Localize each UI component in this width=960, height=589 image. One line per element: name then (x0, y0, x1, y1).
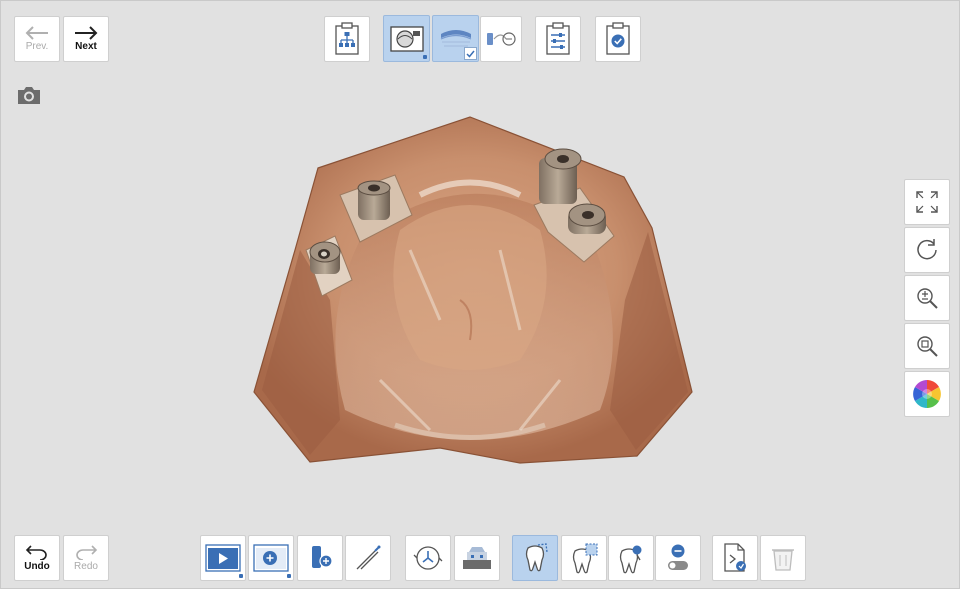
fit-to-screen-button[interactable] (904, 179, 950, 225)
add-scan-button[interactable] (248, 535, 294, 581)
scan-tray-icon (463, 547, 491, 569)
export-file-button[interactable] (712, 535, 758, 581)
play-scan-button[interactable] (200, 535, 246, 581)
trim-tool-icon (356, 545, 381, 570)
arrow-left-icon (25, 26, 48, 40)
zoom-area-icon (917, 336, 938, 357)
add-scanbody-icon (312, 546, 333, 568)
settings-sliders-icon (546, 22, 570, 55)
zoom-button[interactable] (904, 275, 950, 321)
scan-body-right[interactable] (568, 203, 606, 234)
undo-button[interactable]: Undo (14, 535, 60, 581)
redo-label: Redo (74, 561, 98, 572)
next-button[interactable]: Next (63, 16, 109, 62)
checklist-button[interactable] (595, 16, 641, 62)
redo-button[interactable]: Redo (63, 535, 109, 581)
trash-icon (772, 549, 794, 571)
scan-data-icon (389, 25, 424, 52)
scan-body-tall[interactable] (539, 148, 582, 204)
trim-tool-button[interactable] (345, 535, 391, 581)
toggle-off-button[interactable] (655, 535, 701, 581)
scan-body-left[interactable] (357, 180, 391, 220)
export-file-icon (724, 543, 746, 572)
play-scan-icon (205, 544, 241, 572)
undo-arrow-icon (25, 545, 47, 560)
arrow-right-icon (75, 26, 98, 40)
toggle-off-icon (668, 544, 688, 570)
reset-rotation-icon (917, 239, 937, 260)
check-icon (464, 47, 477, 60)
workflow-button[interactable] (324, 16, 370, 62)
rotate-view-button[interactable] (405, 535, 451, 581)
scan-tray-button[interactable] (454, 535, 500, 581)
color-map-icon (913, 380, 941, 408)
color-map-button[interactable] (904, 371, 950, 417)
rotate-view-icon (413, 546, 443, 570)
reset-rotation-button[interactable] (904, 227, 950, 273)
prev-label: Prev. (25, 41, 49, 52)
workflow-tree-icon (335, 22, 359, 55)
settings-button[interactable] (535, 16, 581, 62)
add-scanbody-button[interactable] (297, 535, 343, 581)
redo-arrow-icon (76, 545, 98, 560)
indicator-dot (423, 55, 427, 59)
camera-icon[interactable] (16, 84, 42, 106)
trash-button[interactable] (760, 535, 806, 581)
zoom-area-button[interactable] (904, 323, 950, 369)
dental-arch-model[interactable] (250, 112, 695, 472)
scan-body-far-left[interactable] (309, 241, 341, 274)
tooth-select-icon (572, 543, 598, 574)
next-label: Next (75, 41, 97, 52)
tooth-target-icon (619, 545, 642, 574)
scan-body-match-button[interactable] (480, 16, 522, 62)
zoom-icon (917, 288, 938, 309)
arch-scan-button[interactable] (432, 15, 479, 62)
prev-button[interactable]: Prev. (14, 16, 60, 62)
scan-data-button[interactable] (383, 15, 430, 62)
add-scan-icon (253, 544, 289, 572)
indicator-dot (287, 574, 291, 578)
indicator-dot (239, 574, 243, 578)
tooth-region-button[interactable] (512, 535, 558, 581)
tooth-select-button[interactable] (561, 535, 607, 581)
scan-body-match-icon (487, 32, 516, 46)
undo-label: Undo (24, 561, 50, 572)
fit-to-screen-icon (916, 191, 938, 213)
tooth-target-button[interactable] (608, 535, 654, 581)
checklist-complete-icon (606, 22, 630, 55)
tooth-region-icon (525, 543, 548, 572)
